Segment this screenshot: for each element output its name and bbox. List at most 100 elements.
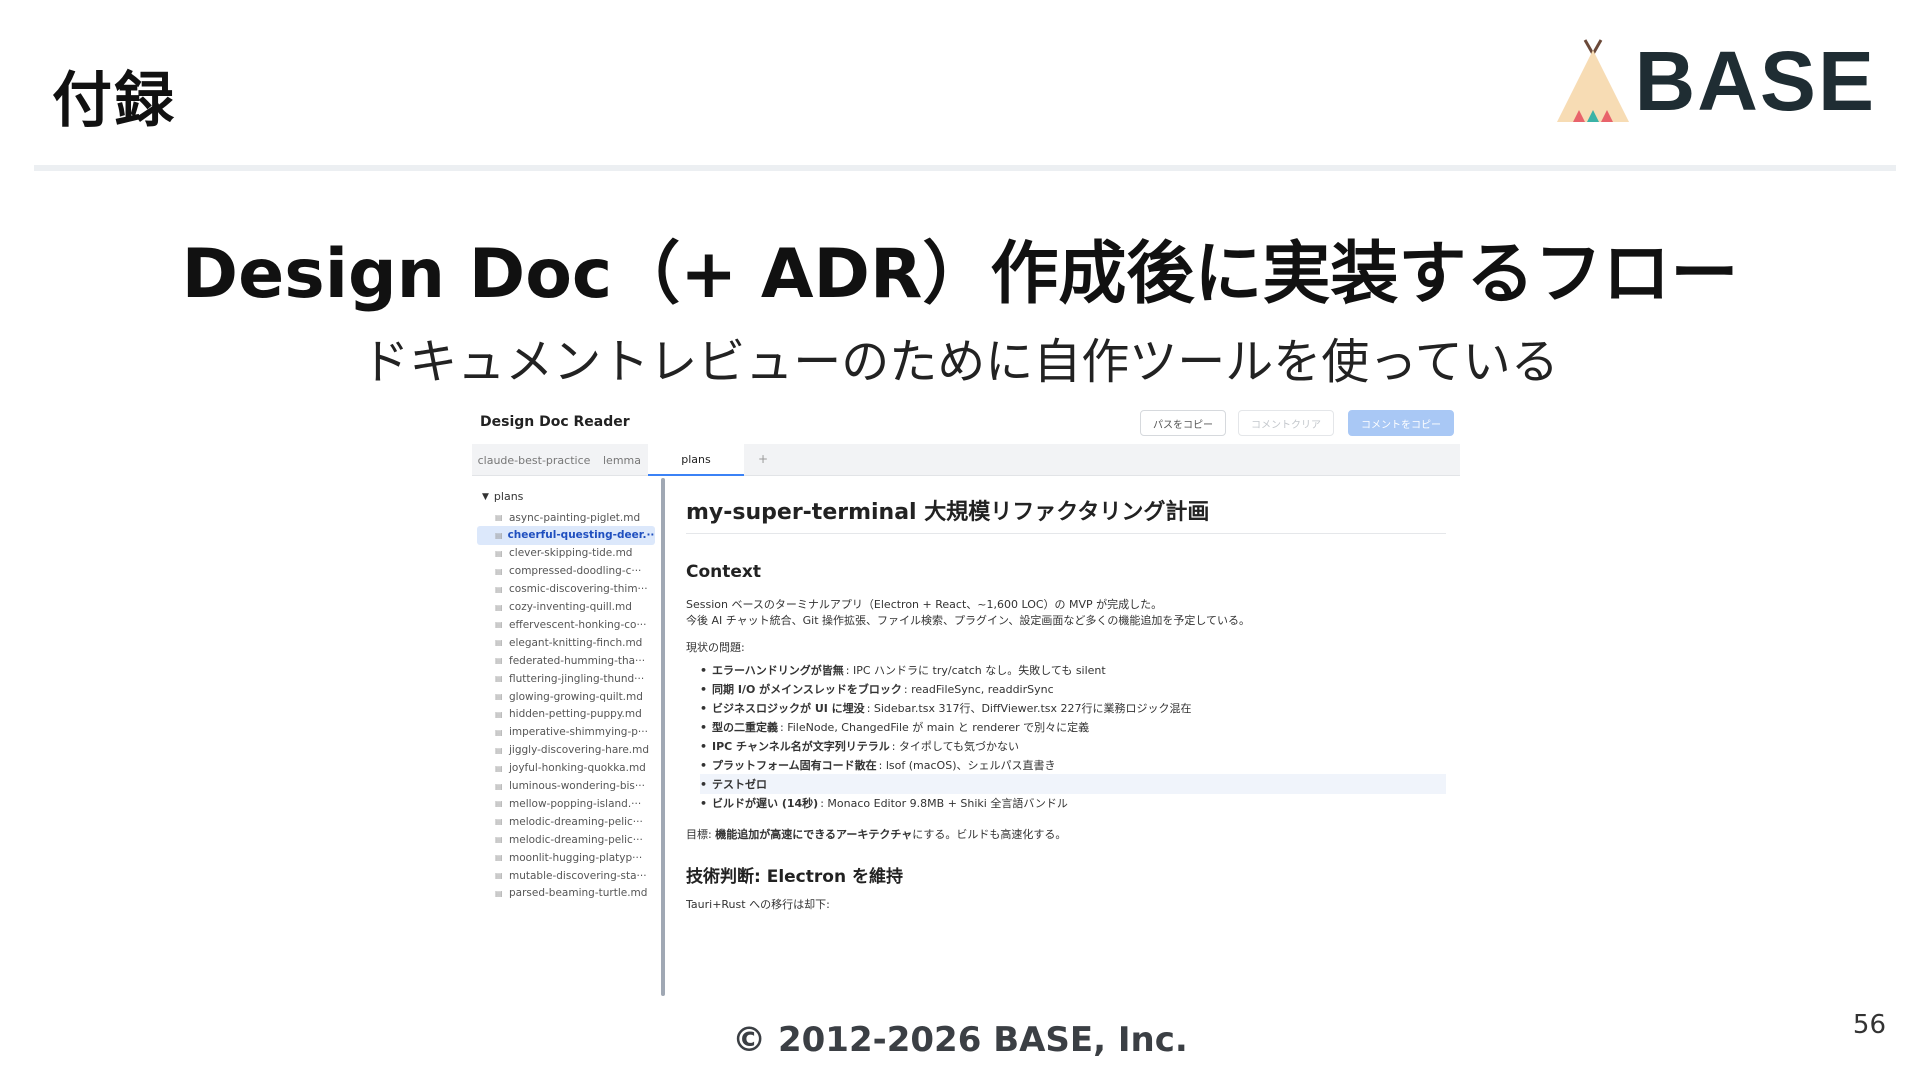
- file-icon: ▤: [495, 817, 503, 827]
- folder-plans[interactable]: ▼ plans: [482, 490, 523, 503]
- file-label: fluttering-jingling-thund···: [509, 672, 645, 685]
- document-content: my-super-terminal 大規模リファクタリング計画 Context …: [686, 476, 1446, 996]
- problem-title: プラットフォーム固有コード散在: [712, 759, 877, 772]
- sidebar-file-item[interactable]: ▤ jiggly-discovering-hare.md: [477, 741, 655, 760]
- sidebar-file-item[interactable]: ▤ mellow-popping-island.···: [477, 794, 655, 813]
- bullet-dot: •: [700, 720, 708, 734]
- problem-list-item: • テストゼロ: [700, 774, 1446, 794]
- bullet-dot: •: [700, 682, 708, 696]
- file-icon: ▤: [495, 513, 503, 522]
- file-label: melodic-dreaming-pelic···: [509, 815, 643, 828]
- file-label: mutable-discovering-sta···: [509, 869, 647, 882]
- file-sidebar: ▼ plans ▤ async-painting-piglet.md ▤ cheerf…: [472, 476, 668, 996]
- copy-comments-button[interactable]: コメントをコピー: [1348, 410, 1454, 436]
- problem-title: IPC チャンネル名が文字列リテラル: [712, 740, 890, 753]
- file-icon: ▤: [495, 674, 503, 684]
- problem-list-item: • プラットフォーム固有コード散在: lsof (macOS)、シェルパス直書き: [700, 755, 1446, 775]
- file-label: jiggly-discovering-hare.md: [509, 744, 650, 757]
- sidebar-file-item[interactable]: ▤ clever-skipping-tide.md: [477, 544, 655, 563]
- sidebar-file-item[interactable]: ▤ moonlit-hugging-platyp···: [477, 848, 655, 867]
- copy-path-button[interactable]: パスをコピー: [1140, 410, 1226, 436]
- sidebar-file-item[interactable]: ▤ glowing-growing-quilt.md: [477, 687, 655, 706]
- problem-list-item: • 同期 I/O がメインスレッドをブロック: readFileSync, rea…: [700, 679, 1446, 699]
- tent-logo-icon: [1556, 39, 1629, 122]
- sidebar-file-item[interactable]: ▤ effervescent-honking-co···: [477, 615, 655, 634]
- sidebar-file-item[interactable]: ▤ melodic-dreaming-pelic···: [477, 812, 655, 831]
- sidebar-file-item[interactable]: ▤ compressed-doodling-c···: [477, 562, 655, 581]
- problem-detail: : IPC ハンドラに try/catch なし。失敗しても silent: [845, 664, 1106, 677]
- file-icon: ▤: [495, 566, 503, 576]
- file-label: federated-humming-tha···: [509, 654, 646, 667]
- bullet-dot: •: [700, 701, 708, 715]
- file-label: joyful-honking-quokka.md: [509, 762, 646, 775]
- sidebar-file-item[interactable]: ▤ mutable-discovering-sta···: [477, 866, 655, 885]
- file-label: parsed-beaming-turtle.md: [509, 887, 648, 900]
- file-label: compressed-doodling-c···: [509, 565, 642, 578]
- header-divider: [34, 165, 1896, 171]
- sidebar-file-item[interactable]: ▤ imperative-shimmying-p···: [477, 723, 655, 742]
- problem-title: 同期 I/O がメインスレッドをブロック: [712, 683, 902, 696]
- app-title: Design Doc Reader: [480, 414, 630, 430]
- file-icon: ▤: [495, 620, 503, 630]
- sidebar-file-item[interactable]: ▤ cozy-inventing-quill.md: [477, 598, 655, 617]
- sidebar-file-item[interactable]: ▤ joyful-honking-quokka.md: [477, 759, 655, 778]
- sidebar-file-item[interactable]: ▤ async-painting-piglet.md: [477, 508, 655, 527]
- file-label: luminous-wondering-bis···: [509, 780, 645, 792]
- bullet-dot: •: [700, 777, 708, 791]
- tech-decision-heading: 技術判断: Electron を維持: [686, 867, 903, 887]
- sidebar-file-item[interactable]: ▤ fluttering-jingling-thund···: [477, 669, 655, 688]
- goal-prefix: 目標:: [686, 828, 716, 841]
- problem-detail: : readFileSync, readdirSync: [903, 682, 1054, 696]
- file-icon: ▤: [495, 888, 503, 898]
- file-icon: ▤: [495, 781, 503, 791]
- file-label: imperative-shimmying-p···: [509, 726, 648, 739]
- page-number: 56: [1852, 1010, 1886, 1040]
- file-icon: ▤: [495, 709, 503, 719]
- file-icon: ▤: [495, 530, 503, 540]
- file-icon: ▤: [495, 853, 503, 863]
- problem-list-item: • ビジネスロジックが UI に埋没: Sidebar.tsx 317行、Diff…: [700, 698, 1446, 718]
- sidebar-file-item[interactable]: ▤ hidden-petting-puppy.md: [477, 705, 655, 724]
- file-icon: ▤: [495, 799, 503, 809]
- file-icon: ▤: [495, 548, 503, 558]
- sidebar-file-item[interactable]: ▤ melodic-dreaming-pelic···: [477, 830, 655, 849]
- add-tab-button[interactable]: +: [758, 452, 768, 466]
- tab-plans[interactable]: plans: [648, 444, 744, 476]
- file-label: async-painting-piglet.md: [509, 511, 641, 524]
- sidebar-file-item[interactable]: ▤ parsed-beaming-turtle.md: [477, 884, 655, 903]
- design-doc-reader-window: Design Doc Reader パスをコピー コメントクリア コメントをコピ…: [472, 406, 1460, 996]
- sidebar-file-item[interactable]: ▤ cheerful-questing-deer.···: [477, 525, 655, 545]
- file-label: effervescent-honking-co···: [509, 618, 647, 631]
- problem-title: ビルドが遅い (14秒): [712, 797, 819, 810]
- problem-list-item: • 型の二重定義: FileNode, ChangedFile が main と …: [700, 717, 1446, 737]
- file-icon: ▤: [495, 871, 503, 880]
- sidebar-file-item[interactable]: ▤ luminous-wondering-bis···: [477, 777, 655, 796]
- file-icon: ▤: [495, 584, 503, 594]
- sidebar-file-item[interactable]: ▤ cosmic-discovering-thim···: [477, 580, 655, 599]
- sidebar-file-item[interactable]: ▤ elegant-knitting-finch.md: [477, 633, 655, 652]
- file-icon: ▤: [495, 656, 503, 666]
- logo-text: BASE: [1634, 34, 1876, 128]
- slide-subtitle: ドキュメントレビューのために自作ツールを使っている: [361, 334, 1559, 390]
- tab-claude-best-practice[interactable]: claude-best-practice: [472, 444, 596, 476]
- sidebar-scrollbar[interactable]: [661, 478, 665, 996]
- file-icon: ▤: [495, 745, 503, 755]
- file-label: hidden-petting-puppy.md: [509, 708, 642, 721]
- problem-title: 型の二重定義: [712, 721, 778, 734]
- goal-line: 目標: 機能追加が高速にできるアーキテクチャにする。ビルドも高速化する。: [686, 826, 1066, 842]
- file-icon: ▤: [495, 763, 503, 773]
- base-logo: BASE: [1555, 38, 1876, 124]
- tab-bar: claude-best-practice lemma plans +: [472, 444, 1460, 476]
- file-label: moonlit-hugging-platyp···: [509, 851, 643, 864]
- tab-lemma[interactable]: lemma: [596, 444, 648, 476]
- clear-comments-button[interactable]: コメントクリア: [1238, 410, 1334, 436]
- file-label: melodic-dreaming-pelic···: [509, 833, 643, 846]
- problem-detail: : タイポしても気づかない: [891, 740, 1020, 753]
- file-label: cozy-inventing-quill.md: [509, 601, 632, 613]
- sidebar-file-item[interactable]: ▤ federated-humming-tha···: [477, 651, 655, 670]
- file-label: cosmic-discovering-thim···: [509, 583, 648, 596]
- file-label: clever-skipping-tide.md: [509, 547, 633, 560]
- problem-detail: : lsof (macOS)、シェルパス直書き: [878, 759, 1056, 772]
- goal-bold: 機能追加が高速にできるアーキテクチャ: [715, 828, 913, 841]
- folder-label: plans: [493, 490, 524, 503]
